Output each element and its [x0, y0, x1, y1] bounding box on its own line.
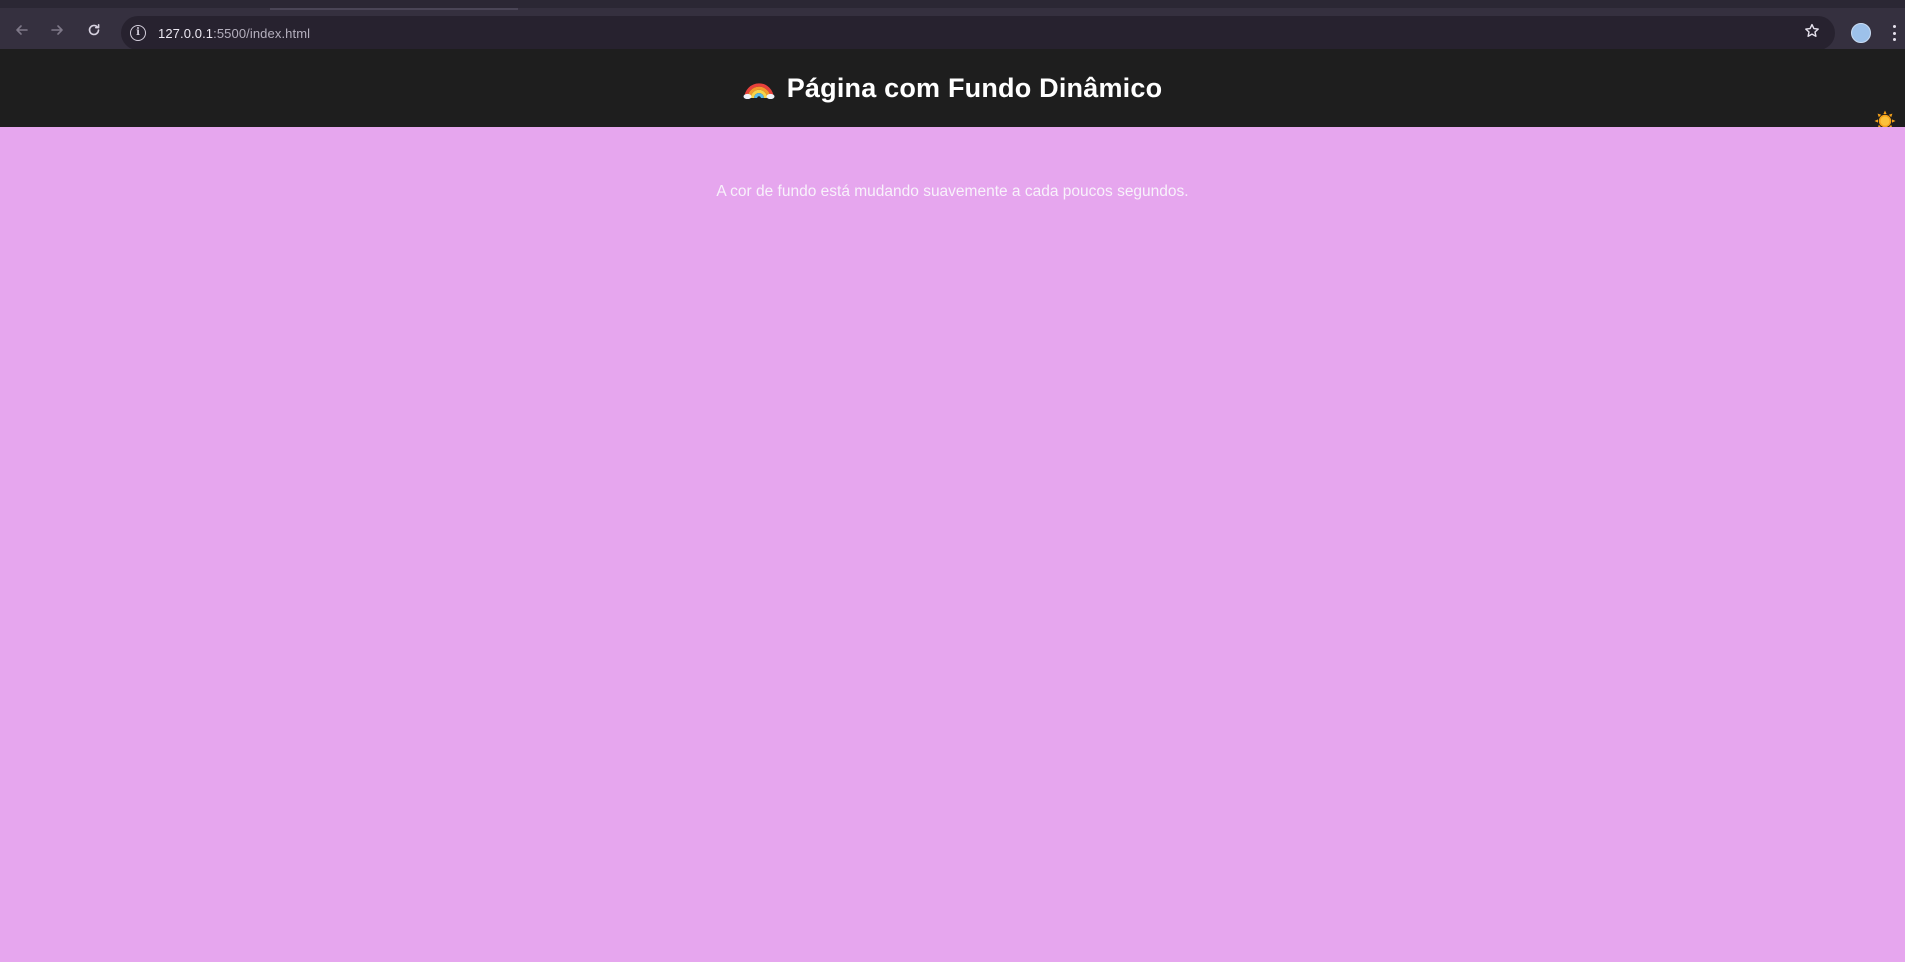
site-header: Página com Fundo Dinâmico [0, 49, 1905, 127]
back-button[interactable] [11, 19, 33, 41]
reload-icon [88, 24, 100, 36]
address-bar[interactable]: i 127.0.0.1:5500/index.html [121, 16, 1835, 50]
page-title: Página com Fundo Dinâmico [743, 73, 1163, 104]
url-host: 127.0.0.1 [158, 25, 214, 41]
profile-avatar[interactable] [1851, 23, 1871, 43]
url-text[interactable]: 127.0.0.1:5500/index.html [158, 26, 310, 41]
reload-button[interactable] [83, 19, 105, 41]
browser-toolbar: i 127.0.0.1:5500/index.html [0, 0, 1905, 50]
dynamic-background-area: A cor de fundo está mudando suavemente a… [0, 127, 1905, 962]
rainbow-icon [743, 83, 775, 99]
page-title-text: Página com Fundo Dinâmico [786, 72, 1163, 103]
status-message: A cor de fundo está mudando suavemente a… [716, 183, 1189, 200]
kebab-menu-icon[interactable] [1890, 22, 1898, 44]
star-icon[interactable] [1802, 23, 1822, 43]
arrow-left-icon [16, 25, 28, 35]
url-path: :5500/index.html [213, 25, 311, 41]
active-tab-indicator [270, 8, 518, 10]
forward-button[interactable] [46, 19, 68, 41]
arrow-right-icon [51, 25, 63, 35]
info-icon[interactable]: i [130, 25, 146, 41]
star-outline-icon [1805, 23, 1819, 37]
